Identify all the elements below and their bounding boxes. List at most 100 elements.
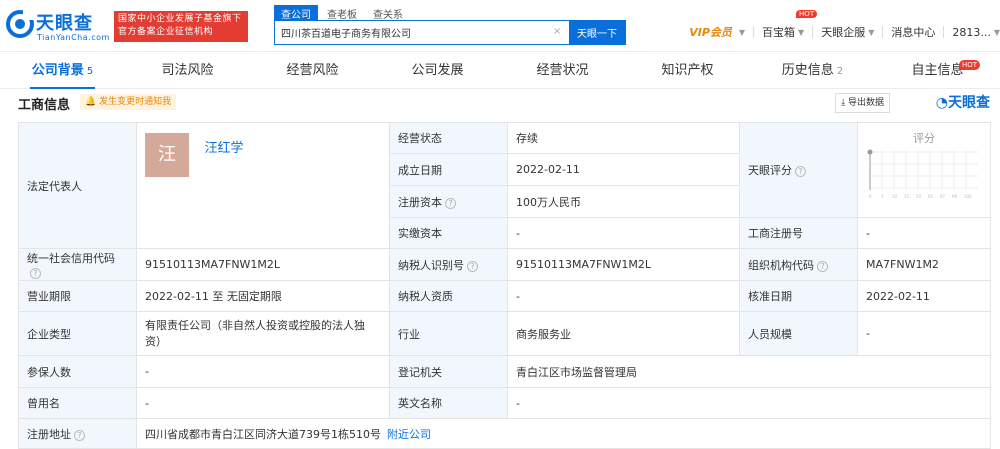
help-icon[interactable]: ?: [795, 166, 806, 177]
approval-date-label: 核准日期: [739, 280, 858, 312]
english-name-label: 英文名称: [389, 387, 508, 419]
help-icon[interactable]: ?: [817, 260, 828, 272]
org-code-label: 组织机构代码: [748, 258, 814, 272]
user-account-menu[interactable]: 2813...: [952, 26, 990, 39]
reg-capital-value: 100万人民币: [507, 185, 740, 218]
divider: [812, 26, 814, 38]
help-icon[interactable]: ?: [74, 429, 85, 441]
industry-value: 商务服务业: [507, 311, 740, 356]
tab-label: 司法风险: [161, 63, 214, 78]
english-name-value: -: [507, 387, 991, 419]
download-icon: ⤓: [841, 98, 846, 108]
taxpayer-qual-value: -: [507, 280, 740, 312]
score-tick: 99: [952, 194, 958, 199]
score-gridlines: [870, 149, 978, 190]
biz-reg-no-value: -: [857, 217, 991, 249]
divider: [882, 26, 884, 38]
tab-label: 自主信息: [911, 63, 964, 78]
authority-value: 青白江区市场监督管理局: [507, 355, 991, 388]
bell-icon: 🔔: [85, 97, 97, 107]
enterprise-service-menu[interactable]: 天眼企服: [821, 24, 865, 40]
avatar[interactable]: 汪: [145, 133, 189, 177]
top-header: 天眼查 TianYanCha.com 国家中小企业发展子基金旗下 官方备案企业征…: [0, 0, 1000, 52]
treasure-box-label: 百宝箱: [762, 26, 796, 39]
nearby-companies-link[interactable]: 附近公司: [387, 428, 431, 441]
score-title: 评分: [913, 131, 935, 145]
founded-value: 2022-02-11: [507, 153, 740, 186]
notify-label: 发生变更时通知我: [99, 97, 172, 107]
vip-link[interactable]: VIP会员: [689, 24, 732, 40]
credit-code-label: 统一社会信用代码: [27, 252, 115, 265]
taxpayer-id-label: 纳税人识别号: [398, 258, 464, 272]
tianyancha-logo-icon: [6, 10, 34, 38]
treasure-box-menu[interactable]: 百宝箱 HOT: [762, 10, 818, 40]
top-right-menu: VIP会员 ▼ 百宝箱 HOT ▼ 天眼企服 ▼ 消息中心 2813... ▼: [689, 10, 1000, 40]
org-code-value: MA7FNW1M2: [857, 248, 991, 281]
help-icon[interactable]: ?: [30, 268, 41, 279]
clear-icon[interactable]: ×: [553, 26, 561, 37]
section-title: 工商信息: [18, 98, 71, 113]
chevron-down-icon: ▼: [993, 27, 1000, 37]
taxpayer-qual-label: 纳税人资质: [389, 280, 508, 312]
search-button[interactable]: 天眼一下: [569, 21, 625, 44]
tab-judicial-risk[interactable]: 司法风险: [125, 53, 250, 88]
type-label: 企业类型: [18, 311, 137, 356]
tab-count: 2: [836, 66, 844, 77]
tab-self-info[interactable]: 自主信息 HOT: [875, 53, 1000, 88]
search-input[interactable]: [275, 21, 557, 44]
table-row: 参保人数 - 登记机关 青白江区市场监督管理局: [18, 355, 991, 388]
tab-intellectual-property[interactable]: 知识产权: [625, 53, 750, 88]
tab-count: 5: [86, 66, 94, 77]
address-cell: 四川省成都市青白江区同济大道739号1栋510号 附近公司: [136, 418, 991, 449]
authority-label: 登记机关: [389, 355, 508, 388]
score-pointer-dot: [867, 149, 873, 154]
former-name-value: -: [136, 387, 390, 419]
address-value: 四川省成都市青白江区同济大道739号1栋510号: [145, 427, 381, 441]
reg-capital-label-cell: 注册资本?: [389, 185, 508, 218]
promo-line-2: 官方备案企业征信机构: [118, 27, 214, 37]
logo-text: 天眼查: [36, 13, 93, 34]
logo[interactable]: 天眼查 TianYanCha.com: [6, 6, 109, 46]
score-tick: 100: [964, 194, 972, 199]
legal-rep-name-link[interactable]: 汪红学: [205, 137, 244, 156]
staff-scale-label: 人员规模: [739, 311, 858, 356]
promo-banner[interactable]: 国家中小企业发展子基金旗下 官方备案企业征信机构: [114, 11, 248, 42]
watermark-logo: ◔天眼查: [936, 92, 990, 112]
help-icon[interactable]: ?: [445, 197, 456, 209]
status-label: 经营状态: [389, 122, 508, 154]
tab-label: 知识产权: [661, 63, 714, 78]
term-value: 2022-02-11 至 无固定期限: [136, 280, 390, 312]
chevron-down-icon: ▼: [868, 27, 875, 37]
tab-company-development[interactable]: 公司发展: [375, 53, 500, 88]
message-center-link[interactable]: 消息中心: [891, 24, 935, 40]
search-box: × 天眼一下: [274, 20, 626, 45]
table-row: 营业期限 2022-02-11 至 无固定期限 纳税人资质 - 核准日期 202…: [18, 280, 991, 312]
divider: [753, 26, 755, 38]
insured-label: 参保人数: [18, 355, 137, 388]
tianyan-score-label-cell: 天眼评分?: [739, 122, 858, 218]
tianyan-score-label: 天眼评分: [748, 164, 792, 177]
score-mini-chart: 0 1 10 15 50 65 97 99 100: [867, 149, 978, 199]
table-row: 曾用名 - 英文名称 -: [18, 387, 991, 419]
hot-badge: HOT: [796, 10, 818, 18]
staff-scale-value: -: [857, 311, 991, 356]
tab-operating-status[interactable]: 经营状况: [500, 53, 625, 88]
tab-operating-risk[interactable]: 经营风险: [250, 53, 375, 88]
reg-capital-label: 注册资本: [398, 195, 442, 209]
score-tick: 97: [940, 194, 946, 199]
former-name-label: 曾用名: [18, 387, 137, 419]
tab-label: 历史信息: [781, 63, 834, 78]
help-icon[interactable]: ?: [467, 260, 478, 272]
tab-history-info[interactable]: 历史信息 2: [750, 53, 875, 88]
chevron-down-icon: ▼: [798, 27, 805, 37]
export-data-button[interactable]: ⤓ 导出数据: [835, 93, 890, 113]
tab-company-background[interactable]: 公司背景 5: [0, 53, 125, 89]
credit-code-value: 91510113MA7FNW1M2L: [136, 248, 390, 281]
status-value: 存续: [507, 122, 740, 154]
export-label: 导出数据: [847, 98, 884, 108]
address-label: 注册地址: [27, 427, 71, 441]
change-notify-button[interactable]: 🔔 发生变更时通知我: [80, 94, 177, 110]
paid-capital-label: 实缴资本: [389, 217, 508, 249]
credit-code-label-cell: 统一社会信用代码?: [18, 248, 137, 281]
tab-label: 公司背景: [31, 63, 84, 78]
